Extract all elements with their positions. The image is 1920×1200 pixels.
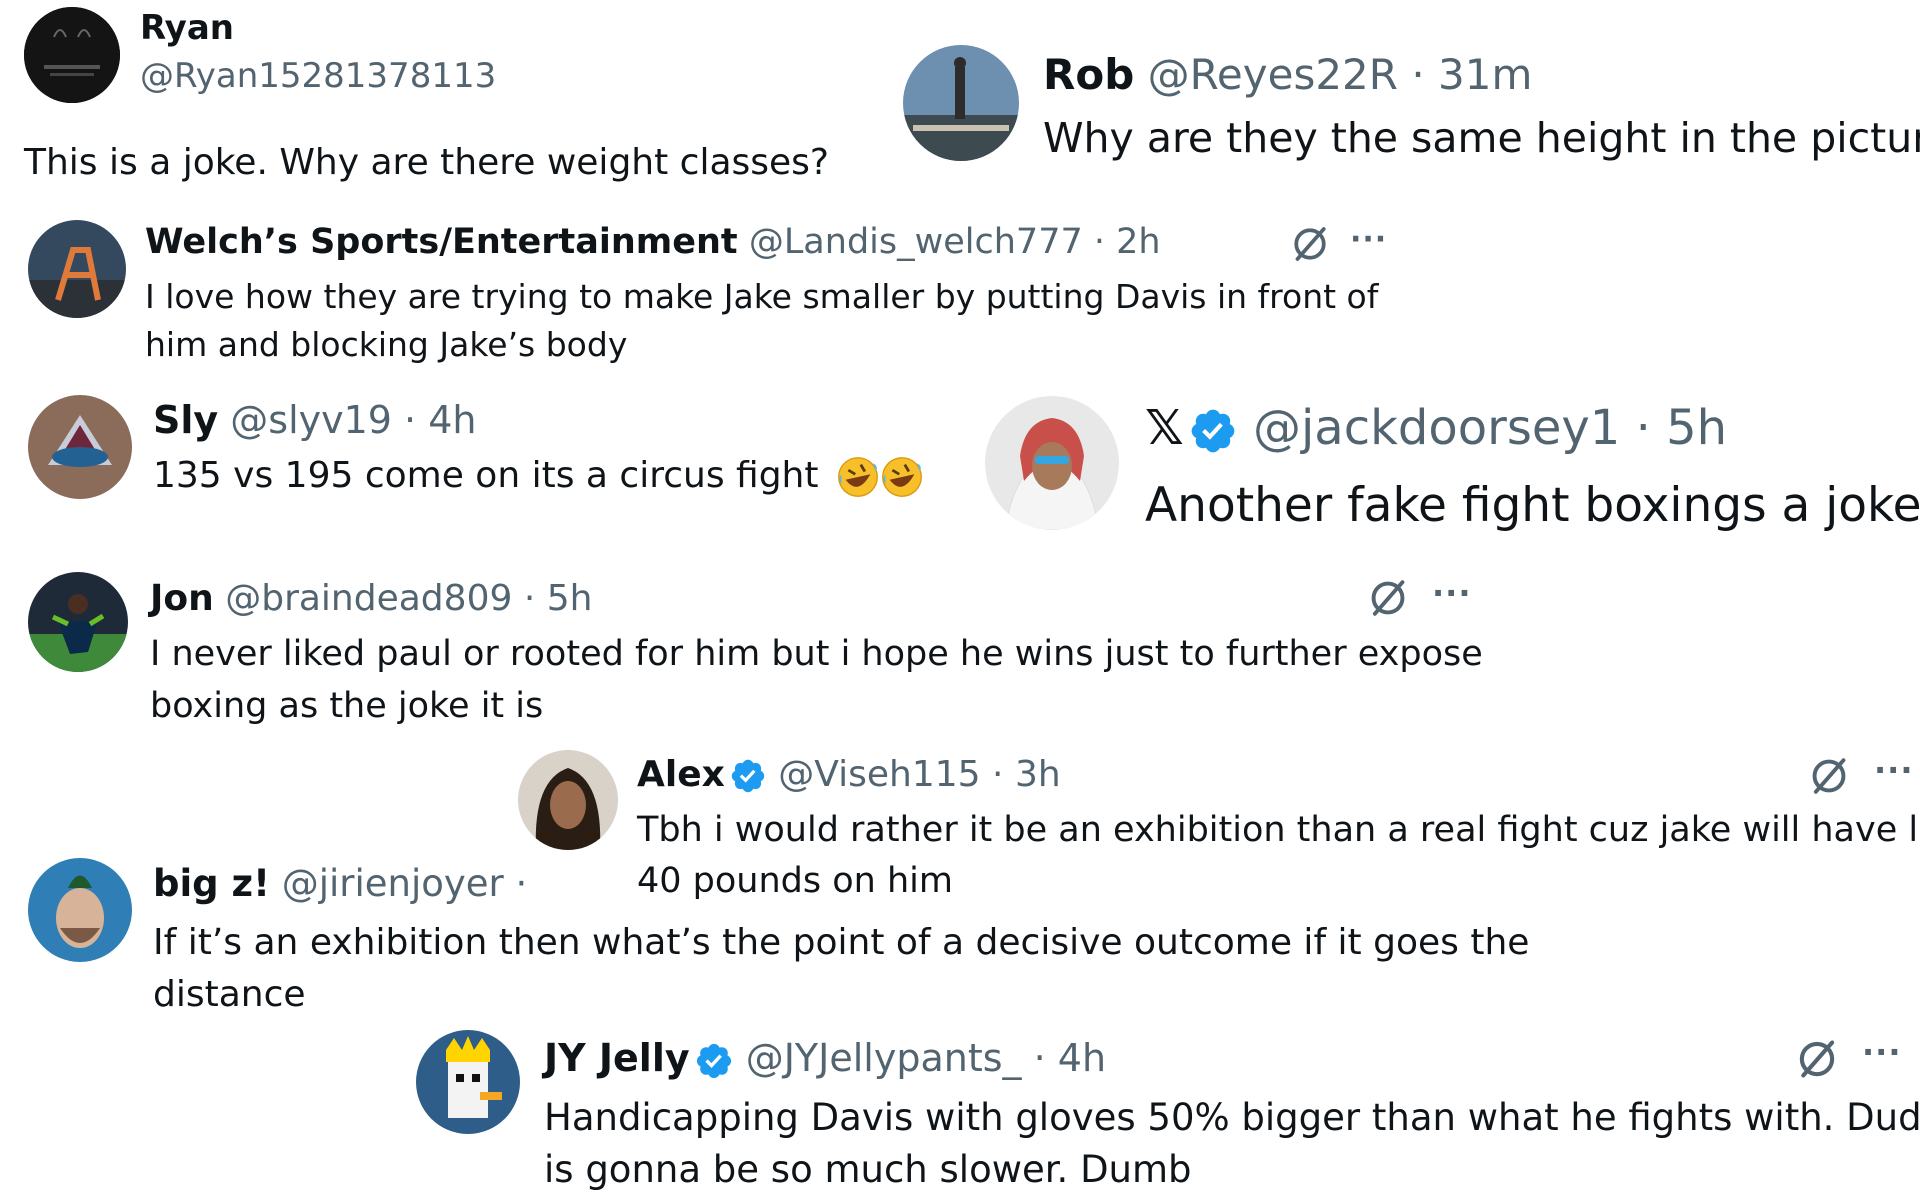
timestamp[interactable]: 3h (1015, 754, 1061, 795)
avatar[interactable] (985, 396, 1119, 530)
separator: · (992, 754, 1004, 795)
comment-text-line2: 40 pounds on him (637, 861, 953, 901)
grok-slash-icon[interactable] (1808, 755, 1850, 797)
timestamp[interactable]: 4h (428, 398, 476, 442)
comment-text-line2: is gonna be so much slower. Dumb (544, 1148, 1192, 1191)
author-name[interactable]: Rob (1043, 50, 1134, 99)
comment-text-line1: I love how they are trying to make Jake … (145, 277, 1379, 316)
author-handle[interactable]: @jirienjoyer (282, 862, 504, 905)
grok-slash-icon[interactable] (1290, 224, 1330, 264)
rolling-on-floor-laughing-emoji (836, 455, 880, 499)
comment-text: Why are they the same height in the pict… (1043, 114, 1920, 162)
comment-text: Another fake fight boxings a joke (1145, 478, 1920, 533)
comment-text-line1: Tbh i would rather it be an exhibition t… (637, 810, 1920, 850)
author-name[interactable]: Jon (150, 578, 214, 619)
author-name[interactable]: JY Jelly (544, 1036, 690, 1080)
timestamp[interactable]: 5h (547, 578, 593, 619)
timestamp[interactable]: 2h (1116, 222, 1160, 262)
author-handle[interactable]: @Landis_welch777 (749, 222, 1083, 262)
author-name[interactable]: Sly (153, 398, 218, 442)
avatar[interactable] (903, 45, 1019, 161)
author-handle[interactable]: @jackdoorsey1 (1253, 400, 1620, 456)
author-name[interactable]: big z! (153, 862, 270, 905)
avatar[interactable] (518, 750, 618, 850)
separator: · (404, 398, 417, 442)
more-options-icon[interactable]: ··· (1350, 222, 1387, 257)
separator: · (523, 578, 536, 619)
author-name[interactable]: Welch’s Sports/Entertainment (145, 222, 738, 262)
more-options-icon[interactable]: ··· (1874, 751, 1913, 789)
grok-slash-icon[interactable] (1795, 1037, 1839, 1081)
more-options-icon[interactable]: ··· (1432, 574, 1471, 612)
comment-text-line2: him and blocking Jake’s body (145, 325, 628, 364)
verified-badge-icon (1188, 406, 1238, 456)
comment-text: 135 vs 195 come on its a circus fight (153, 455, 924, 499)
avatar[interactable] (28, 220, 126, 318)
comment-text: This is a joke. Why are there weight cla… (24, 142, 830, 183)
comment-text-line1: Handicapping Davis with gloves 50% bigge… (544, 1096, 1920, 1139)
comment-text-body: 135 vs 195 come on its a circus fight (153, 455, 819, 496)
author-handle[interactable]: @JYJellypants_ (746, 1036, 1022, 1080)
comment-text-line1: If it’s an exhibition then what’s the po… (153, 922, 1530, 963)
avatar[interactable] (28, 572, 128, 672)
separator: · (1635, 400, 1651, 456)
avatar[interactable] (28, 858, 132, 962)
separator: · (1093, 222, 1106, 262)
comment-text-line2: distance (153, 974, 306, 1015)
author-name[interactable]: Alex (637, 754, 725, 795)
avatar[interactable] (24, 7, 120, 103)
author-handle[interactable]: @Reyes22R (1148, 50, 1398, 99)
comment-text-line2: boxing as the joke it is (150, 686, 544, 726)
avatar[interactable] (28, 395, 132, 499)
grok-slash-icon[interactable] (1367, 577, 1409, 619)
separator: · (1033, 1036, 1046, 1080)
rolling-on-floor-laughing-emoji (880, 455, 924, 499)
more-options-icon[interactable]: ··· (1862, 1033, 1901, 1071)
timestamp[interactable]: 5h (1666, 400, 1727, 456)
separator: · (515, 862, 528, 905)
author-handle[interactable]: @slyv19 (230, 398, 392, 442)
comment-text-line1: I never liked paul or rooted for him but… (150, 634, 1483, 674)
timestamp[interactable]: 31m (1438, 50, 1532, 99)
avatar[interactable] (416, 1030, 520, 1134)
author-handle[interactable]: @braindead809 (225, 578, 512, 619)
author-handle[interactable]: @Viseh115 (778, 754, 980, 795)
verified-badge-icon (729, 757, 767, 795)
separator: · (1411, 50, 1425, 99)
timestamp[interactable]: 4h (1058, 1036, 1106, 1080)
verified-badge-icon (694, 1041, 734, 1081)
author-name[interactable]: Ryan (140, 8, 234, 48)
author-name[interactable]: 𝕏 (1145, 400, 1184, 456)
author-handle[interactable]: @Ryan15281378113 (140, 56, 496, 96)
